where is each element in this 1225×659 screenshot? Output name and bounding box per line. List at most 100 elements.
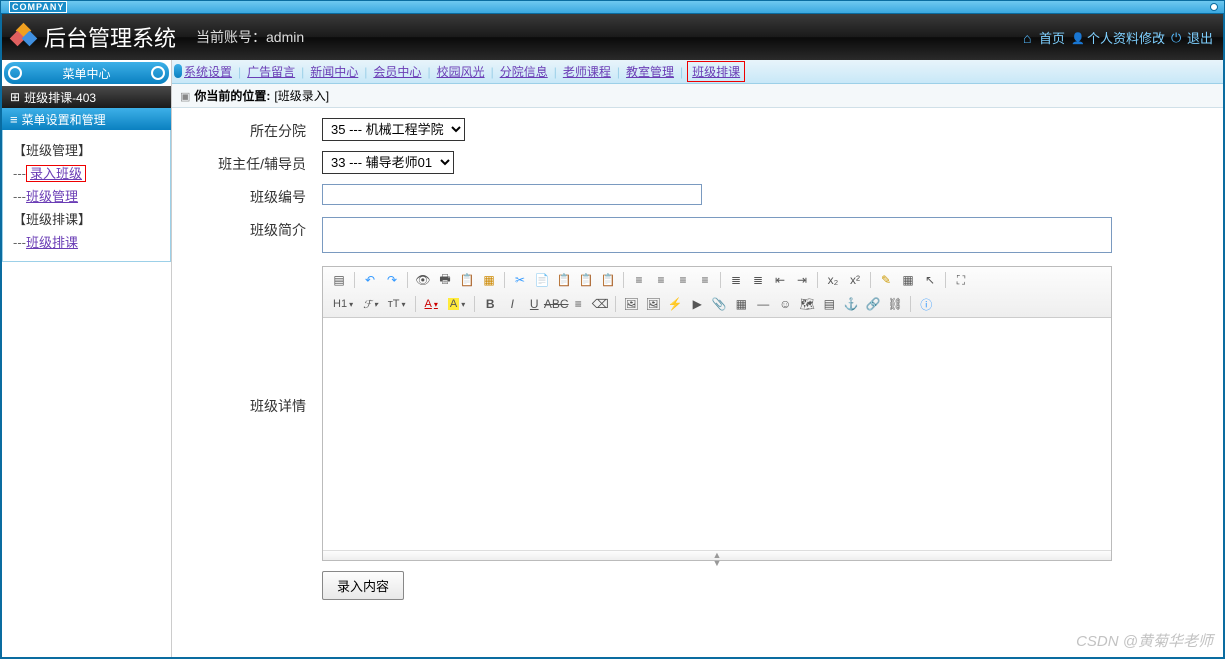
top-tabs: 系统设置|广告留言|新闻中心|会员中心|校园风光|分院信息|老师课程|教室管理|…: [172, 60, 1223, 84]
label-class-brief: 班级简介: [192, 217, 322, 240]
tab-1[interactable]: 广告留言: [245, 63, 297, 80]
window-control-icon[interactable]: [1210, 3, 1218, 11]
user-icon: [1071, 30, 1085, 44]
align-justify-icon[interactable]: ≡: [695, 270, 715, 290]
tab-5[interactable]: 分院信息: [498, 63, 550, 80]
bold-icon[interactable]: B: [480, 294, 500, 314]
submit-button[interactable]: 录入内容: [322, 571, 404, 600]
home-link[interactable]: 首页: [1023, 28, 1065, 47]
anchor-icon[interactable]: ⚓: [841, 294, 861, 314]
indent-icon[interactable]: ⇥: [792, 270, 812, 290]
sidebar-section-header: 菜单设置和管理: [2, 108, 171, 130]
tab-2[interactable]: 新闻中心: [308, 63, 360, 80]
about-icon[interactable]: ⓘ: [916, 294, 936, 314]
subscript-icon[interactable]: x₂: [823, 270, 843, 290]
align-center-icon[interactable]: ≡: [651, 270, 671, 290]
strike-icon[interactable]: ABC: [546, 294, 566, 314]
label-college: 所在分院: [192, 118, 322, 141]
rich-editor: ▤ ↶ ↷ 👁 🖶 📋 ▦ ✂ 📄 📋 📋 📋 ≡: [322, 266, 1112, 561]
superscript-icon[interactable]: x²: [845, 270, 865, 290]
table-icon[interactable]: ▦: [731, 294, 751, 314]
paste-icon[interactable]: 📋: [554, 270, 574, 290]
sidebar-item[interactable]: ---录入班级: [13, 163, 160, 182]
align-right-icon[interactable]: ≡: [673, 270, 693, 290]
sidebar-group-title: 【班级排课】: [13, 209, 160, 228]
flash-icon[interactable]: ⚡: [665, 294, 685, 314]
power-icon: [1171, 30, 1185, 44]
editor-toolbar: ▤ ↶ ↷ 👁 🖶 📋 ▦ ✂ 📄 📋 📋 📋 ≡: [323, 267, 1111, 318]
unlink-icon[interactable]: ⛓: [885, 294, 905, 314]
paste-word-icon[interactable]: 📋: [598, 270, 618, 290]
image-icon[interactable]: 🖼: [621, 294, 641, 314]
sidebar-item[interactable]: ---班级排课: [13, 232, 160, 251]
form-area: 所在分院 35 --- 机械工程学院 班主任/辅导员 33 --- 辅导老师01…: [172, 108, 1223, 657]
emoji-icon[interactable]: ☺: [775, 294, 795, 314]
redo-icon[interactable]: ↷: [382, 270, 402, 290]
sidebar-breadcrumb: 班级排课-403: [2, 86, 171, 108]
tab-4[interactable]: 校园风光: [435, 63, 487, 80]
media-icon[interactable]: ▶: [687, 294, 707, 314]
link-icon[interactable]: 🔗: [863, 294, 883, 314]
quickformat-icon[interactable]: ▦: [898, 270, 918, 290]
underline-icon[interactable]: U: [524, 294, 544, 314]
map-icon[interactable]: 🗺: [797, 294, 817, 314]
outdent-icon[interactable]: ⇤: [770, 270, 790, 290]
file-icon[interactable]: 📎: [709, 294, 729, 314]
tab-3[interactable]: 会员中心: [371, 63, 423, 80]
class-brief-textarea[interactable]: [322, 217, 1112, 253]
label-class-no: 班级编号: [192, 184, 322, 207]
align-left-icon[interactable]: ≡: [629, 270, 649, 290]
grid-icon: [10, 90, 20, 104]
location-icon: [180, 89, 190, 103]
list-icon: [10, 112, 18, 127]
select-all-icon[interactable]: ↖: [920, 270, 940, 290]
clear-format-icon[interactable]: ✎: [876, 270, 896, 290]
cut-icon[interactable]: ✂: [510, 270, 530, 290]
backcolor-dropdown[interactable]: A: [444, 298, 469, 310]
removeformat-icon[interactable]: ⌫: [590, 294, 610, 314]
editor-resize-handle[interactable]: ▲▼: [323, 550, 1111, 560]
lineheight-icon[interactable]: ≡: [568, 294, 588, 314]
tab-8[interactable]: 班级排课: [687, 61, 745, 82]
fullscreen-icon[interactable]: ⛶: [951, 270, 971, 290]
italic-icon[interactable]: I: [502, 294, 522, 314]
undo-icon[interactable]: ↶: [360, 270, 380, 290]
list-ol-icon[interactable]: ≣: [726, 270, 746, 290]
logout-link[interactable]: 退出: [1171, 28, 1213, 47]
headteacher-select[interactable]: 33 --- 辅导老师01: [322, 151, 454, 174]
tab-0[interactable]: 系统设置: [182, 63, 234, 80]
template-icon[interactable]: 📋: [457, 270, 477, 290]
print-icon[interactable]: 🖶: [435, 270, 455, 290]
forecolor-dropdown[interactable]: A: [421, 298, 442, 310]
multiimage-icon[interactable]: 🖼: [643, 294, 663, 314]
sidebar-header: 菜单中心: [4, 62, 169, 84]
profile-link[interactable]: 个人资料修改: [1071, 28, 1165, 47]
editor-body[interactable]: [323, 318, 1111, 550]
tab-7[interactable]: 教室管理: [624, 63, 676, 80]
label-class-detail: 班级详情: [192, 266, 322, 416]
heading-dropdown[interactable]: H1: [329, 298, 357, 310]
home-icon: [1023, 30, 1037, 44]
copy-icon[interactable]: 📄: [532, 270, 552, 290]
tab-6[interactable]: 老师课程: [561, 63, 613, 80]
logo-icon: [12, 25, 36, 49]
college-select[interactable]: 35 --- 机械工程学院: [322, 118, 465, 141]
list-ul-icon[interactable]: ≣: [748, 270, 768, 290]
source-icon[interactable]: ▤: [329, 270, 349, 290]
paste-text-icon[interactable]: 📋: [576, 270, 596, 290]
current-account: 当前账号：admin: [196, 27, 304, 47]
hr-icon[interactable]: —: [753, 294, 773, 314]
company-badge: COMPANY: [9, 1, 67, 13]
sidebar-item[interactable]: ---班级管理: [13, 186, 160, 205]
sidebar-group-title: 【班级管理】: [13, 140, 160, 159]
fontsize-dropdown[interactable]: ᴛT: [384, 298, 410, 310]
code-block-icon[interactable]: ▤: [819, 294, 839, 314]
class-no-input[interactable]: [322, 184, 702, 205]
code-icon[interactable]: ▦: [479, 270, 499, 290]
app-header: 后台管理系统 当前账号：admin 首页 个人资料修改 退出: [0, 14, 1225, 60]
fontfamily-dropdown[interactable]: ℱ: [359, 298, 382, 311]
label-headteacher: 班主任/辅导员: [192, 151, 322, 174]
system-title: 后台管理系统: [44, 21, 176, 53]
preview-icon[interactable]: 👁: [413, 270, 433, 290]
window-chrome-top: COMPANY: [0, 0, 1225, 14]
